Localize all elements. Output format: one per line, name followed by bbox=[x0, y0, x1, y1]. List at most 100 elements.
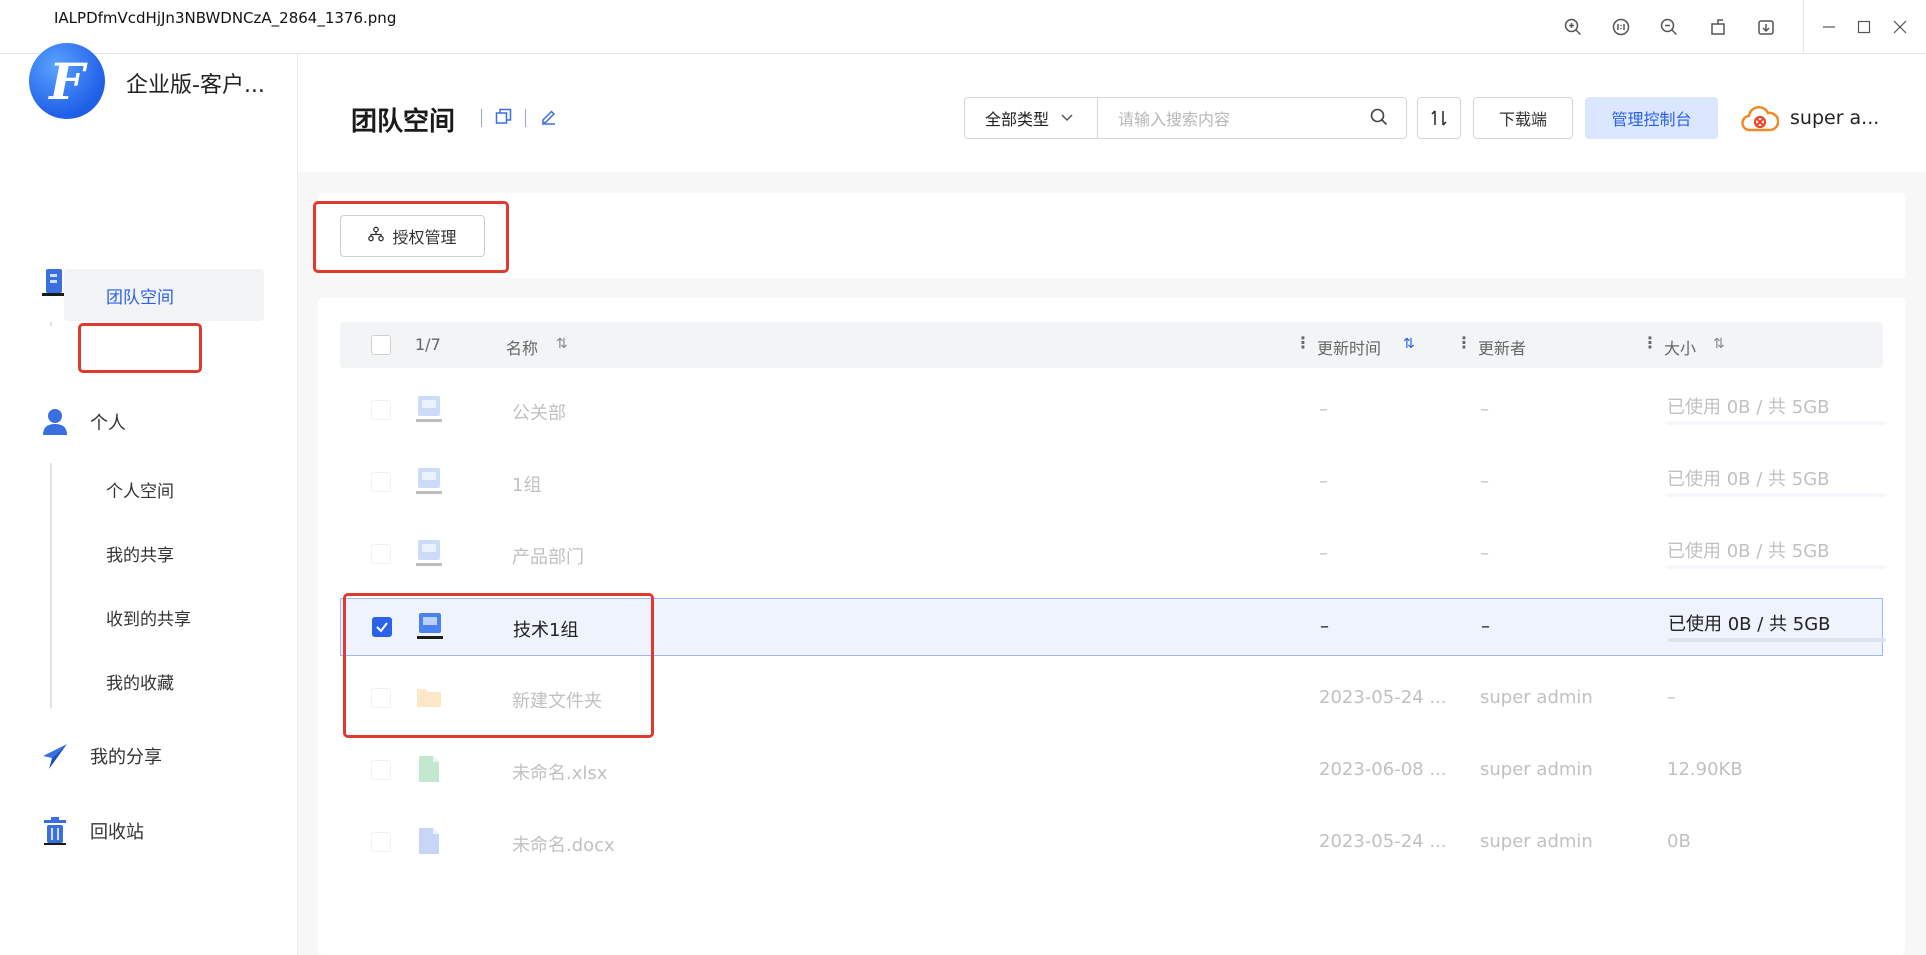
row-updated: – bbox=[1319, 471, 1328, 492]
action-toolbar bbox=[318, 193, 1905, 278]
usage-bar bbox=[1667, 421, 1885, 425]
row-updater: – bbox=[1481, 616, 1490, 637]
usage-bar bbox=[1667, 493, 1885, 497]
row-size: 已使用 0B / 共 5GB bbox=[1667, 397, 1830, 418]
row-checkbox[interactable] bbox=[371, 400, 391, 420]
title-divider bbox=[481, 109, 482, 127]
search-box bbox=[1097, 97, 1407, 139]
title-divider bbox=[525, 109, 526, 127]
sort-icon[interactable]: ⇅ bbox=[1713, 336, 1725, 352]
chevron-down-icon bbox=[1061, 111, 1073, 125]
nav-personal[interactable]: 个人 bbox=[40, 407, 126, 437]
row-updated: – bbox=[1320, 616, 1329, 637]
row-name: 公关部 bbox=[512, 403, 566, 424]
sort-icon[interactable]: ⇅ bbox=[1403, 336, 1415, 352]
tree-line bbox=[50, 322, 52, 326]
column-size[interactable]: 大小 bbox=[1664, 335, 1696, 359]
cloud-avatar-icon[interactable] bbox=[1741, 103, 1780, 135]
table-row[interactable]: 未命名.docx 2023-05-24 ... super admin 0B bbox=[340, 813, 1883, 871]
type-filter-value: 全部类型 bbox=[985, 110, 1050, 129]
row-size: 0B bbox=[1667, 831, 1691, 852]
row-name: 1组 bbox=[512, 475, 542, 496]
usage-bar bbox=[1668, 638, 1886, 642]
row-size: 已使用 0B / 共 5GB bbox=[1667, 541, 1830, 562]
team-drive-icon bbox=[416, 539, 442, 567]
row-updater: super admin bbox=[1480, 687, 1593, 708]
nav-recycle-bin[interactable]: 回收站 bbox=[40, 816, 144, 846]
docx-file-icon bbox=[418, 827, 444, 855]
row-updater: – bbox=[1480, 543, 1489, 564]
app-logo: F bbox=[29, 43, 105, 119]
sidebar-item-team-space-label: 团队空间 bbox=[106, 288, 174, 308]
sort-button[interactable] bbox=[1417, 97, 1461, 139]
column-resize-handle[interactable]: ⋮ bbox=[1456, 333, 1472, 352]
page-title: 团队空间 bbox=[351, 107, 456, 137]
row-size: 已使用 0B / 共 5GB bbox=[1668, 614, 1831, 635]
table-row[interactable]: 产品部门 – – 已使用 0B / 共 5GB bbox=[340, 525, 1885, 583]
xlsx-file-icon bbox=[418, 755, 444, 783]
sidebar-item-received-shares[interactable]: 收到的共享 bbox=[106, 605, 191, 630]
zoom-in-icon[interactable] bbox=[1562, 16, 1584, 38]
column-resize-handle[interactable]: ⋮ bbox=[1642, 333, 1658, 352]
sort-icon[interactable]: ⇅ bbox=[556, 336, 568, 352]
selection-count: 1/7 bbox=[415, 335, 441, 354]
trash-icon bbox=[40, 816, 70, 846]
edit-icon[interactable] bbox=[540, 108, 557, 130]
admin-console-button[interactable]: 管理控制台 bbox=[1585, 97, 1718, 139]
sort-icon bbox=[1431, 110, 1447, 126]
table-row[interactable]: 未命名.xlsx 2023-06-08 ... super admin 12.9… bbox=[340, 741, 1883, 799]
zoom-out-icon[interactable] bbox=[1658, 16, 1680, 38]
tree-line bbox=[50, 463, 52, 708]
actual-size-icon[interactable] bbox=[1610, 16, 1632, 38]
minimize-icon[interactable] bbox=[1818, 16, 1840, 38]
row-updater: – bbox=[1480, 399, 1489, 420]
toolbar-divider bbox=[1803, 0, 1804, 54]
nav-my-share-label: 我的分享 bbox=[90, 747, 162, 768]
sidebar-item-my-shares[interactable]: 我的共享 bbox=[106, 541, 174, 566]
team-drive-icon bbox=[416, 467, 442, 495]
column-updated[interactable]: 更新时间 bbox=[1317, 335, 1381, 359]
rotate-icon[interactable] bbox=[1707, 16, 1729, 38]
row-size: 12.90KB bbox=[1667, 759, 1743, 780]
row-updater: super admin bbox=[1480, 759, 1593, 780]
row-updated: – bbox=[1319, 543, 1328, 564]
nav-personal-label: 个人 bbox=[90, 413, 126, 434]
download-client-button[interactable]: 下载端 bbox=[1473, 97, 1573, 139]
sidebar-item-personal-space[interactable]: 个人空间 bbox=[106, 477, 174, 502]
highlight-box bbox=[343, 593, 654, 738]
row-checkbox[interactable] bbox=[371, 832, 391, 852]
copy-icon[interactable] bbox=[495, 108, 512, 130]
nav-my-share[interactable]: 我的分享 bbox=[40, 741, 162, 771]
select-all-checkbox[interactable] bbox=[371, 335, 391, 355]
row-updated: 2023-06-08 ... bbox=[1319, 759, 1447, 780]
table-row[interactable]: 1组 – – 已使用 0B / 共 5GB bbox=[340, 453, 1885, 511]
column-name[interactable]: 名称 bbox=[506, 335, 538, 359]
row-updated: 2023-05-24 ... bbox=[1319, 687, 1447, 708]
row-checkbox[interactable] bbox=[371, 544, 391, 564]
sidebar-item-favorites[interactable]: 我的收藏 bbox=[106, 669, 174, 694]
maximize-icon[interactable] bbox=[1853, 16, 1875, 38]
table-row[interactable]: 公关部 – – 已使用 0B / 共 5GB bbox=[340, 381, 1885, 439]
download-icon[interactable] bbox=[1755, 16, 1777, 38]
highlight-box bbox=[313, 201, 509, 273]
row-size: – bbox=[1667, 687, 1676, 708]
column-resize-handle[interactable]: ⋮ bbox=[1295, 333, 1311, 352]
highlight-box bbox=[78, 323, 202, 373]
viewer-filename: IALPDfmVcdHjJn3NBWDNCzA_2864_1376.png bbox=[54, 9, 397, 27]
row-name: 未命名.docx bbox=[512, 835, 615, 856]
type-filter-select[interactable]: 全部类型 bbox=[964, 97, 1098, 139]
row-size: 已使用 0B / 共 5GB bbox=[1667, 469, 1830, 490]
nav-recycle-bin-label: 回收站 bbox=[90, 822, 144, 843]
brand-name: 企业版-客户... bbox=[126, 73, 265, 98]
row-name: 产品部门 bbox=[512, 547, 584, 568]
row-checkbox[interactable] bbox=[371, 472, 391, 492]
row-updater: – bbox=[1480, 471, 1489, 492]
close-icon[interactable] bbox=[1889, 16, 1911, 38]
search-icon[interactable] bbox=[1370, 108, 1388, 131]
table-header: 1/7 名称 ⇅ ⋮ 更新时间 ⇅ ⋮ 更新者 ⋮ 大小 ⇅ bbox=[340, 322, 1883, 368]
user-name[interactable]: super a... bbox=[1790, 107, 1879, 129]
search-input[interactable] bbox=[1118, 108, 1358, 130]
column-updater[interactable]: 更新者 bbox=[1478, 335, 1526, 359]
row-checkbox[interactable] bbox=[371, 760, 391, 780]
team-drive-icon bbox=[416, 395, 442, 423]
